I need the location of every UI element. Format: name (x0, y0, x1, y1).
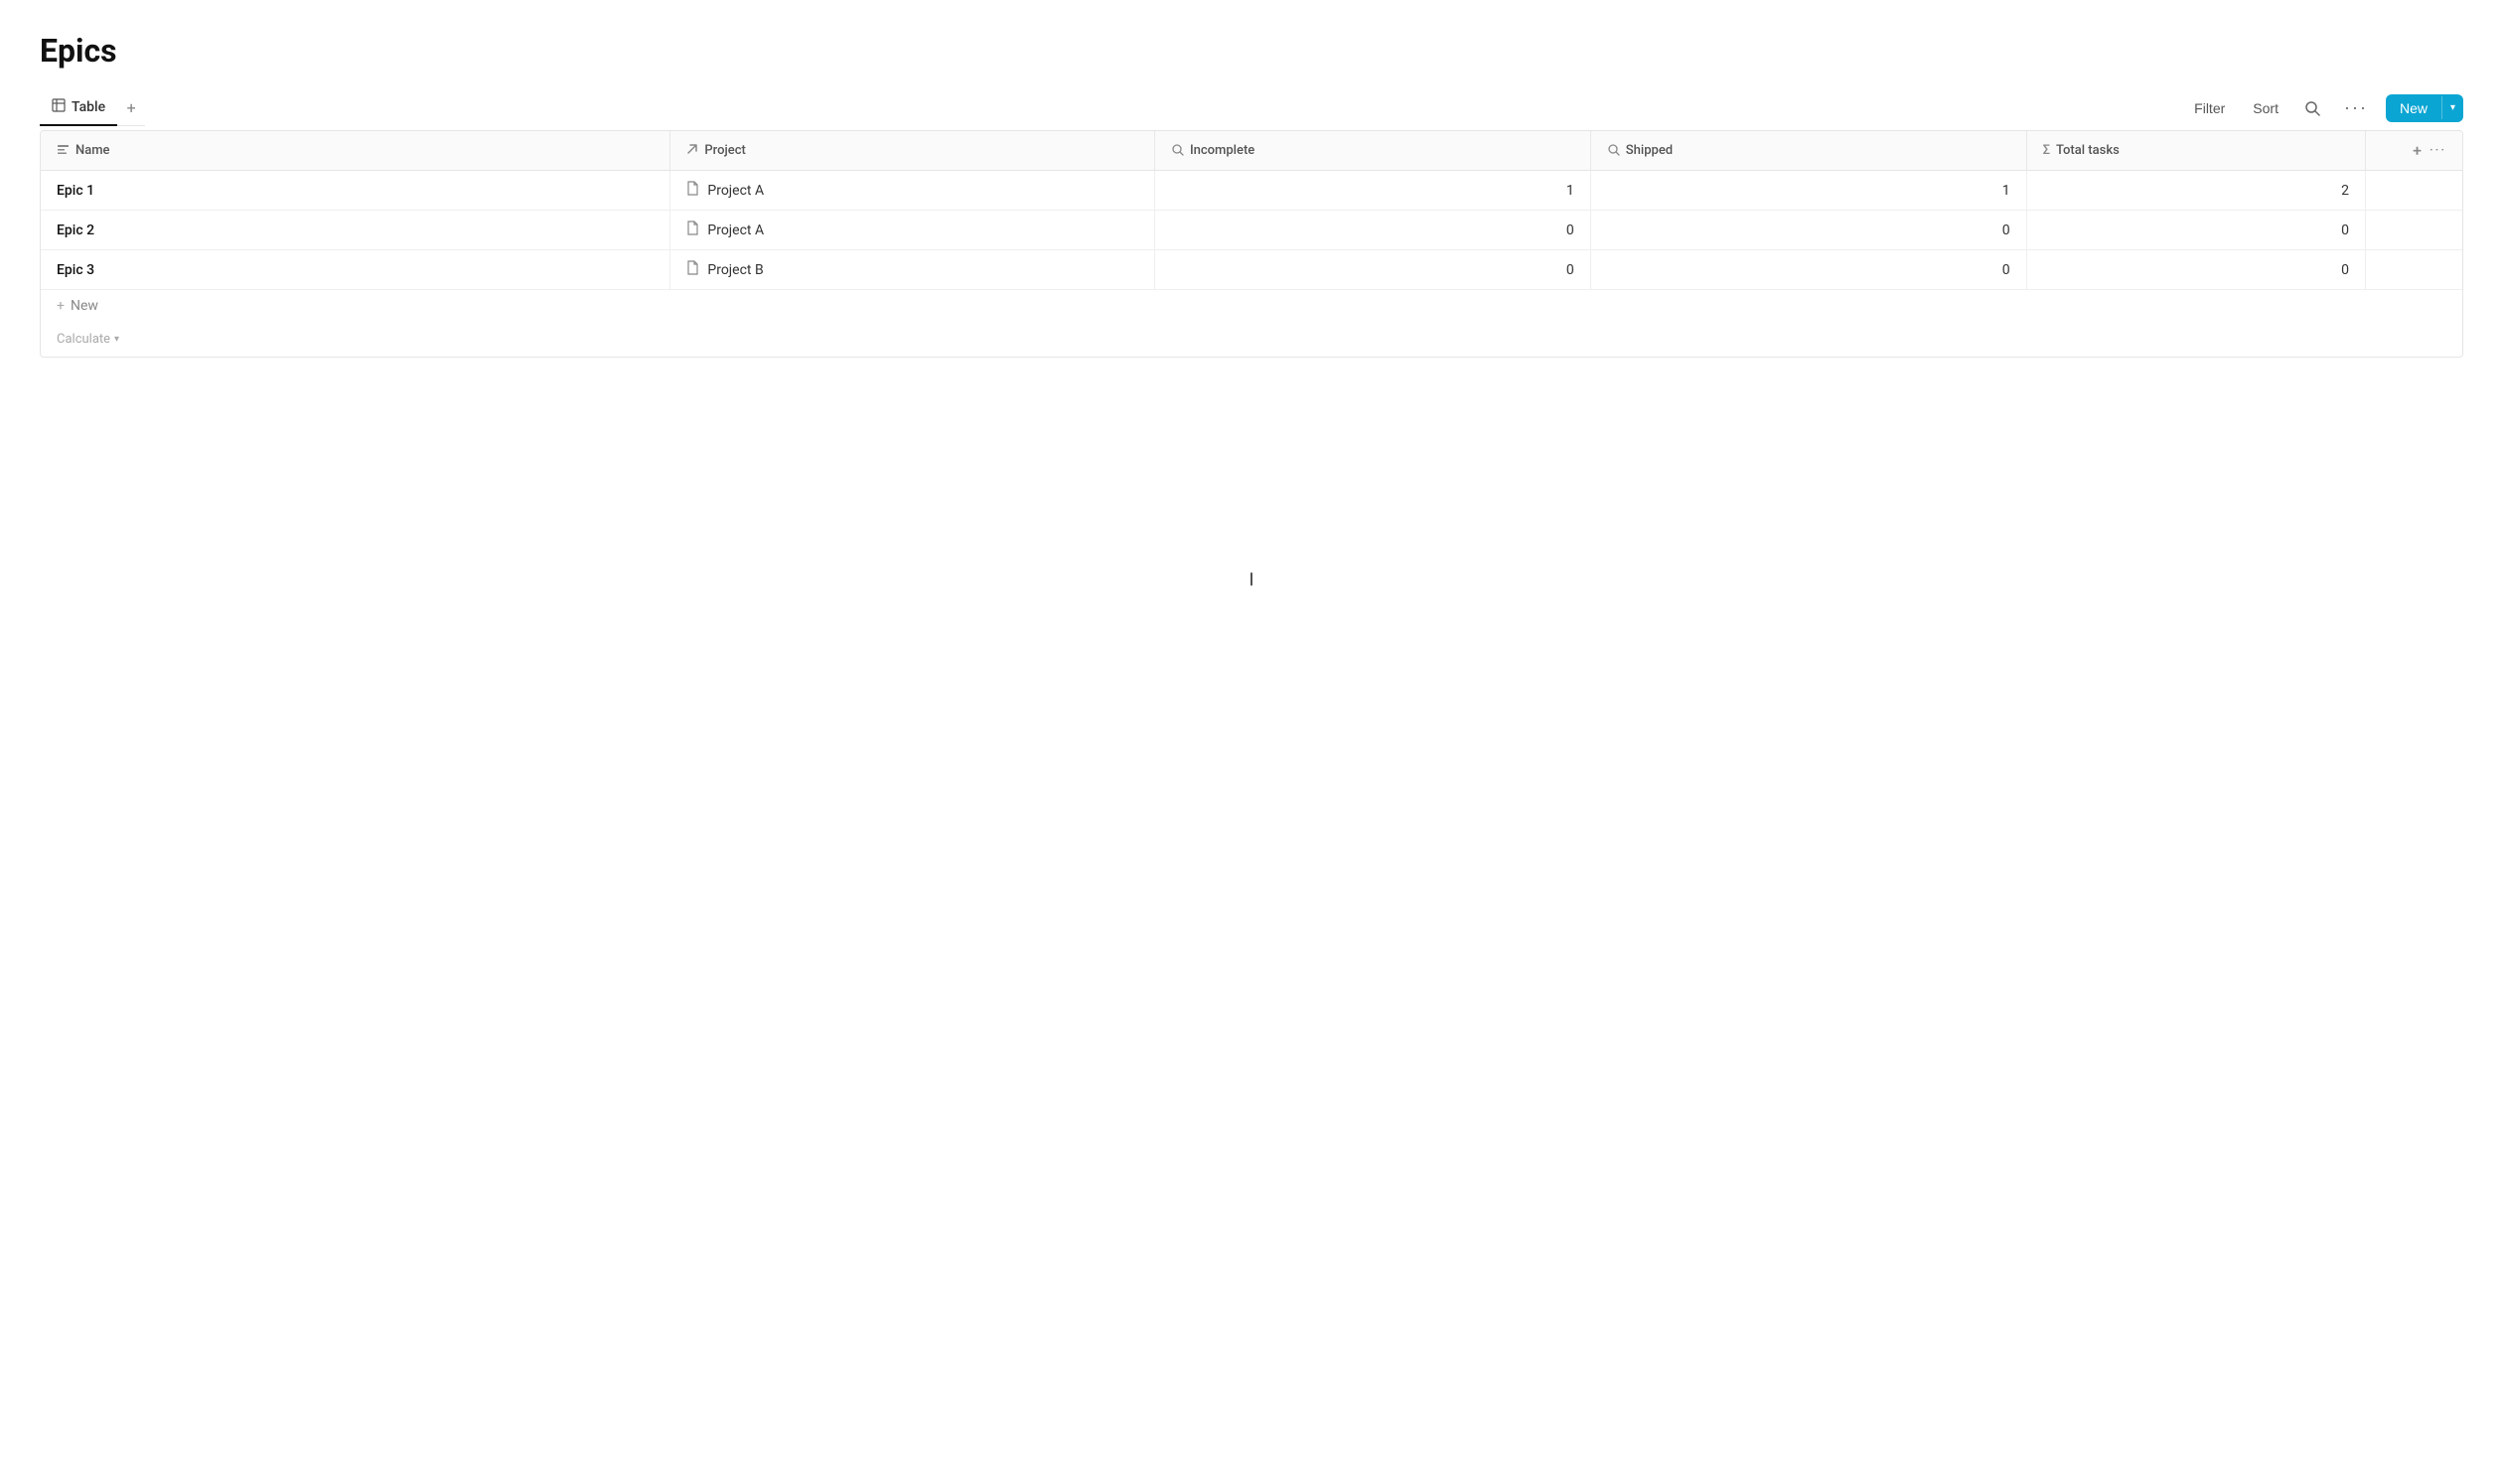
new-button[interactable]: New ▾ (2386, 94, 2463, 122)
shipped-search-icon (1607, 143, 1620, 159)
document-icon (686, 181, 699, 200)
col-header-project[interactable]: Project (670, 131, 1155, 171)
sort-button[interactable]: Sort (2245, 96, 2286, 120)
table-row: Epic 1 Project A (41, 171, 2462, 211)
table-row: Epic 3 Project B (41, 250, 2462, 290)
row-2-shipped[interactable]: 0 (1590, 211, 2026, 250)
calculate-button[interactable]: Calculate ▾ (41, 322, 2462, 357)
row-3-total[interactable]: 0 (2026, 250, 2365, 290)
col-header-total[interactable]: Σ Total tasks (2026, 131, 2365, 171)
col-header-name[interactable]: Name (41, 131, 670, 171)
add-tab-button[interactable]: + (117, 93, 145, 121)
row-1-project-label: Project A (707, 183, 764, 199)
row-3-shipped[interactable]: 0 (1590, 250, 2026, 290)
row-2-name[interactable]: Epic 2 (41, 211, 670, 250)
tab-table-label: Table (72, 99, 105, 115)
new-button-label: New (2386, 94, 2441, 122)
row-1-actions (2365, 171, 2462, 211)
search-button[interactable] (2298, 96, 2326, 120)
incomplete-search-icon (1171, 143, 1184, 159)
filter-button[interactable]: Filter (2186, 96, 2233, 120)
text-cursor: I (1250, 570, 1254, 591)
col-name-label: Name (75, 143, 110, 158)
new-button-chevron: ▾ (2441, 96, 2463, 119)
row-2-incomplete[interactable]: 0 (1154, 211, 1590, 250)
col-shipped-label: Shipped (1626, 143, 1673, 158)
row-3-project[interactable]: Project B (670, 250, 1155, 290)
tab-bar: Table + (40, 89, 145, 126)
row-3-project-label: Project B (707, 262, 763, 278)
arrow-up-right-icon (686, 143, 698, 158)
row-1-total[interactable]: 2 (2026, 171, 2365, 211)
calculate-chevron: ▾ (114, 334, 119, 345)
document-icon (686, 221, 699, 239)
add-row-label: New (71, 298, 98, 314)
filter-label: Filter (2194, 100, 2225, 116)
col-header-actions: + ··· (2365, 131, 2462, 171)
row-2-project-label: Project A (707, 223, 764, 238)
row-1-shipped[interactable]: 1 (1590, 171, 2026, 211)
col-incomplete-label: Incomplete (1190, 143, 1254, 158)
table-row: Epic 2 Project A (41, 211, 2462, 250)
row-1-name[interactable]: Epic 1 (41, 171, 670, 211)
sort-label: Sort (2253, 100, 2279, 116)
sigma-icon: Σ (2043, 143, 2050, 158)
row-3-name[interactable]: Epic 3 (41, 250, 670, 290)
text-icon (57, 143, 70, 159)
row-1-incomplete[interactable]: 1 (1154, 171, 1590, 211)
row-2-project[interactable]: Project A (670, 211, 1155, 250)
page-title: Epics (40, 32, 2463, 70)
add-icon: + (57, 298, 65, 314)
add-column-button[interactable]: + (2413, 141, 2422, 160)
col-project-label: Project (704, 143, 745, 158)
col-header-shipped[interactable]: Shipped (1590, 131, 2026, 171)
more-icon: ··· (2344, 97, 2368, 118)
col-total-label: Total tasks (2056, 143, 2120, 158)
toolbar: Filter Sort ··· New ▾ (2186, 85, 2463, 130)
row-2-actions (2365, 211, 2462, 250)
row-3-incomplete[interactable]: 0 (1154, 250, 1590, 290)
add-row-button[interactable]: + New (41, 290, 2462, 322)
column-options-button[interactable]: ··· (2429, 143, 2446, 158)
row-1-project[interactable]: Project A (670, 171, 1155, 211)
document-icon (686, 260, 699, 279)
row-2-total[interactable]: 0 (2026, 211, 2365, 250)
col-header-incomplete[interactable]: Incomplete (1154, 131, 1590, 171)
table-icon (52, 98, 66, 116)
row-3-actions (2365, 250, 2462, 290)
calculate-label: Calculate (57, 332, 110, 347)
tab-table[interactable]: Table (40, 90, 117, 126)
more-options-button[interactable]: ··· (2338, 93, 2374, 122)
table-header-row: Name Project (41, 131, 2462, 171)
epics-table: Name Project (40, 130, 2463, 358)
